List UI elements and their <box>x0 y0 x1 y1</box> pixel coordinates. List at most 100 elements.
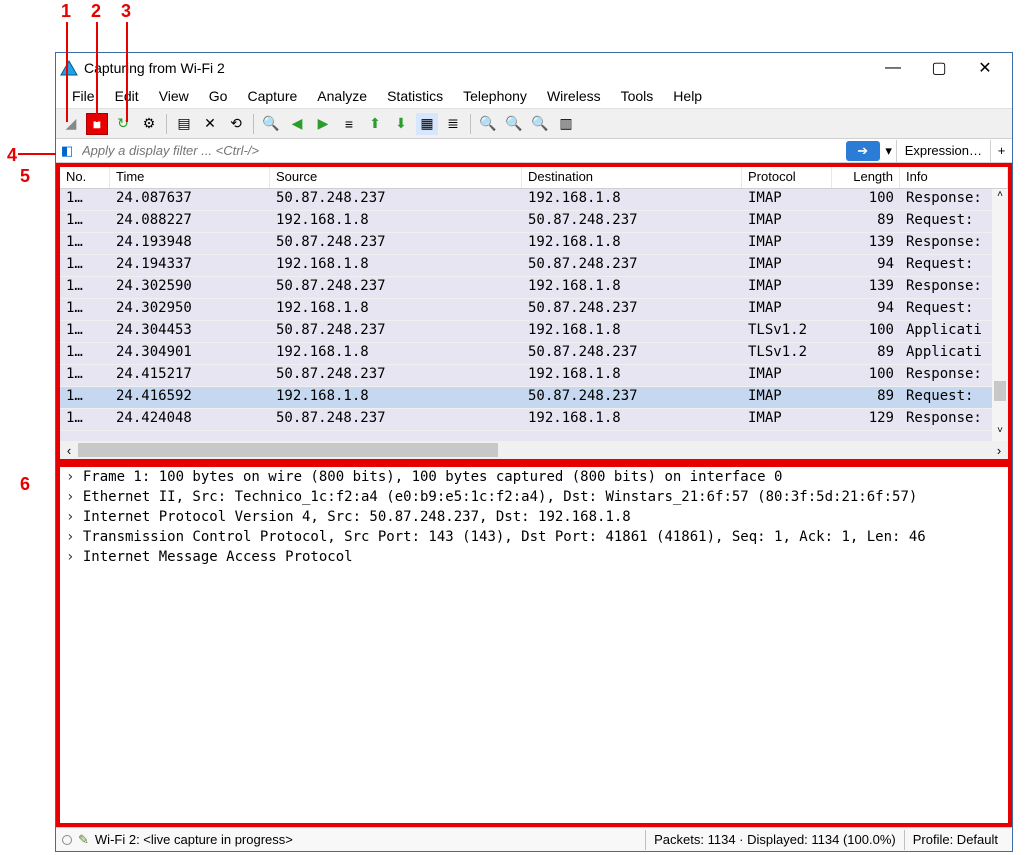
filter-expression-button[interactable]: Expression… <box>896 140 990 162</box>
column-header-length[interactable]: Length <box>832 167 900 188</box>
scroll-thumb[interactable] <box>78 443 498 457</box>
column-header-time[interactable]: Time <box>110 167 270 188</box>
start-capture-icon[interactable]: ◢ <box>60 113 82 135</box>
filter-apply-button[interactable]: ➔ <box>846 141 880 161</box>
zoom-out-icon[interactable]: 🔍 <box>503 113 525 135</box>
toolbar: ◢ ■ ↻ ⚙ ▤ ✕ ⟲ 🔍 ◀ ▶ ≡ ⬆ ⬇ ▦ ≣ 🔍 🔍 🔍 ▥ <box>56 109 1012 139</box>
expert-info-icon[interactable] <box>62 835 72 845</box>
cell-protocol: IMAP <box>742 189 832 210</box>
capture-options-icon[interactable]: ⚙ <box>138 113 160 135</box>
cell-time: 24.302590 <box>110 277 270 298</box>
autoscroll-icon[interactable]: ▦ <box>416 113 438 135</box>
menu-statistics[interactable]: Statistics <box>377 86 453 106</box>
cell-protocol: IMAP <box>742 211 832 232</box>
packet-row[interactable]: 1…24.42404850.87.248.237192.168.1.8IMAP1… <box>60 409 1008 431</box>
cell-protocol: IMAP <box>742 277 832 298</box>
menu-telephony[interactable]: Telephony <box>453 86 537 106</box>
close-file-icon[interactable]: ⟲ <box>225 113 247 135</box>
cell-source: 50.87.248.237 <box>270 189 522 210</box>
menu-help[interactable]: Help <box>663 86 712 106</box>
menu-edit[interactable]: Edit <box>105 86 149 106</box>
detail-tree-item[interactable]: Internet Protocol Version 4, Src: 50.87.… <box>60 507 1008 527</box>
menu-analyze[interactable]: Analyze <box>307 86 377 106</box>
packet-row[interactable]: 1…24.41521750.87.248.237192.168.1.8IMAP1… <box>60 365 1008 387</box>
cell-no: 1… <box>60 321 110 342</box>
packet-row[interactable]: 1…24.194337192.168.1.850.87.248.237IMAP9… <box>60 255 1008 277</box>
cell-source: 192.168.1.8 <box>270 211 522 232</box>
packet-list-vertical-scrollbar[interactable]: ˄ ˅ <box>992 189 1008 441</box>
stop-capture-icon[interactable]: ■ <box>86 113 108 135</box>
cell-length: 89 <box>832 387 900 408</box>
menu-view[interactable]: View <box>149 86 199 106</box>
cell-destination: 50.87.248.237 <box>522 343 742 364</box>
menu-wireless[interactable]: Wireless <box>537 86 611 106</box>
go-first-icon[interactable]: ⬆ <box>364 113 386 135</box>
restart-capture-icon[interactable]: ↻ <box>112 113 134 135</box>
packet-row[interactable]: 1…24.302950192.168.1.850.87.248.237IMAP9… <box>60 299 1008 321</box>
detail-tree-item[interactable]: Internet Message Access Protocol <box>60 547 1008 567</box>
filter-history-dropdown[interactable]: ▾ <box>882 143 896 159</box>
menu-go[interactable]: Go <box>199 86 238 106</box>
resize-columns-icon[interactable]: ▥ <box>555 113 577 135</box>
packet-row[interactable]: 1…24.30259050.87.248.237192.168.1.8IMAP1… <box>60 277 1008 299</box>
zoom-reset-icon[interactable]: 🔍 <box>529 113 551 135</box>
packet-list-horizontal-scrollbar[interactable]: ‹ › <box>60 441 1008 459</box>
display-filter-input[interactable] <box>78 140 846 162</box>
packet-row[interactable]: 1…24.088227192.168.1.850.87.248.237IMAP8… <box>60 211 1008 233</box>
packet-row[interactable]: 1…24.416592192.168.1.850.87.248.237IMAP8… <box>60 387 1008 409</box>
minimize-button[interactable]: — <box>870 53 916 83</box>
maximize-button[interactable]: ▢ <box>916 53 962 83</box>
cell-time: 24.424048 <box>110 409 270 430</box>
cell-no: 1… <box>60 277 110 298</box>
menu-file[interactable]: File <box>62 86 105 106</box>
filter-add-button[interactable]: + <box>990 140 1012 162</box>
cell-destination: 50.87.248.237 <box>522 211 742 232</box>
column-header-source[interactable]: Source <box>270 167 522 188</box>
save-file-icon[interactable]: ✕ <box>199 113 221 135</box>
annotation-4: 4 <box>7 145 17 166</box>
column-header-protocol[interactable]: Protocol <box>742 167 832 188</box>
detail-tree-item[interactable]: Ethernet II, Src: Technico_1c:f2:a4 (e0:… <box>60 487 1008 507</box>
packet-list-pane: No. Time Source Destination Protocol Len… <box>56 163 1012 463</box>
column-header-info[interactable]: Info <box>900 167 1008 188</box>
packet-list-body[interactable]: 1…24.08763750.87.248.237192.168.1.8IMAP1… <box>60 189 1008 441</box>
scroll-up-icon[interactable]: ˄ <box>992 189 1008 205</box>
scroll-right-icon[interactable]: › <box>990 443 1008 458</box>
close-window-button[interactable]: ✕ <box>962 53 1008 83</box>
cell-source: 50.87.248.237 <box>270 365 522 386</box>
scroll-down-icon[interactable]: ˅ <box>992 425 1008 441</box>
menu-capture[interactable]: Capture <box>237 86 307 106</box>
column-header-destination[interactable]: Destination <box>522 167 742 188</box>
find-packet-icon[interactable]: 🔍 <box>260 113 282 135</box>
go-jump-icon[interactable]: ≡ <box>338 113 360 135</box>
detail-tree-item[interactable]: Transmission Control Protocol, Src Port:… <box>60 527 1008 547</box>
cell-destination: 50.87.248.237 <box>522 387 742 408</box>
colorize-icon[interactable]: ≣ <box>442 113 464 135</box>
status-interface-text: Wi-Fi 2: <live capture in progress> <box>95 832 293 847</box>
go-next-icon[interactable]: ▶ <box>312 113 334 135</box>
zoom-in-icon[interactable]: 🔍 <box>477 113 499 135</box>
annotation-1: 1 <box>61 1 71 22</box>
edit-capture-icon[interactable]: ✎ <box>78 832 89 848</box>
column-header-no[interactable]: No. <box>60 167 110 188</box>
detail-tree-item[interactable]: Frame 1: 100 bytes on wire (800 bits), 1… <box>60 467 1008 487</box>
packet-row[interactable]: 1…24.19394850.87.248.237192.168.1.8IMAP1… <box>60 233 1008 255</box>
go-last-icon[interactable]: ⬇ <box>390 113 412 135</box>
go-prev-icon[interactable]: ◀ <box>286 113 308 135</box>
cell-no: 1… <box>60 299 110 320</box>
cell-source: 50.87.248.237 <box>270 233 522 254</box>
cell-length: 139 <box>832 277 900 298</box>
toolbar-separator <box>166 114 167 134</box>
packet-row[interactable]: 1…24.08763750.87.248.237192.168.1.8IMAP1… <box>60 189 1008 211</box>
cell-destination: 192.168.1.8 <box>522 189 742 210</box>
packet-row[interactable]: 1…24.304901192.168.1.850.87.248.237TLSv1… <box>60 343 1008 365</box>
scroll-left-icon[interactable]: ‹ <box>60 443 78 458</box>
scroll-thumb[interactable] <box>994 381 1006 401</box>
open-file-icon[interactable]: ▤ <box>173 113 195 135</box>
menu-tools[interactable]: Tools <box>611 86 664 106</box>
packet-row[interactable]: 1…24.30445350.87.248.237192.168.1.8TLSv1… <box>60 321 1008 343</box>
filter-bookmark-icon[interactable]: ◧ <box>56 143 78 159</box>
status-profile[interactable]: Profile: Default <box>904 830 1006 850</box>
cell-time: 24.088227 <box>110 211 270 232</box>
cell-source: 50.87.248.237 <box>270 321 522 342</box>
